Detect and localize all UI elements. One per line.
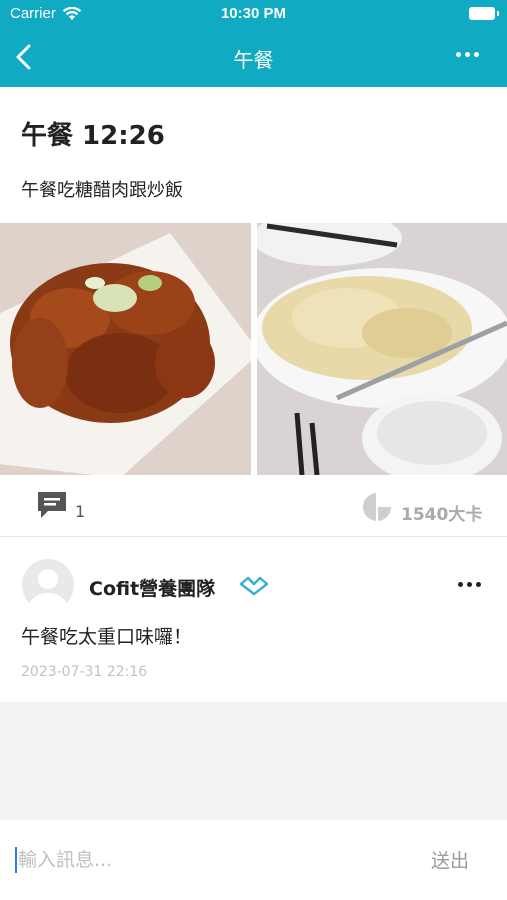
- comment-count: 1: [75, 502, 86, 521]
- fried-rice-photo[interactable]: [257, 223, 507, 475]
- post-title: 午餐 12:26: [21, 121, 165, 151]
- comment-author: Cofit營養團隊: [89, 578, 216, 600]
- avatar[interactable]: [22, 559, 74, 611]
- more-options-icon[interactable]: [456, 52, 479, 57]
- calorie-pie-icon: [363, 493, 391, 521]
- comment-icon[interactable]: [36, 490, 68, 520]
- comment-timestamp: 2023-07-31 22:16: [21, 664, 148, 680]
- top-bar: Carrier 10:30 PM 午餐: [0, 0, 507, 87]
- post-description: 午餐吃糖醋肉跟炒飯: [21, 180, 183, 201]
- status-time: 10:30 PM: [220, 5, 287, 22]
- comment-item: Cofit營養團隊 午餐吃太重口味囉！ 2023-07-31 22:16: [0, 537, 507, 702]
- message-input-bar: 送出: [0, 820, 507, 900]
- calorie-total: 1540大卡: [401, 505, 483, 525]
- photo-gallery: [0, 223, 507, 475]
- message-input[interactable]: [18, 844, 398, 876]
- verified-badge-icon: [239, 576, 269, 596]
- comment-more-icon[interactable]: [458, 582, 481, 587]
- send-button[interactable]: 送出: [431, 846, 469, 873]
- status-bar: Carrier 10:30 PM: [0, 0, 507, 30]
- nav-bar: 午餐: [0, 30, 507, 87]
- text-caret: [15, 847, 17, 873]
- post-meta-row: 1 1540大卡: [0, 475, 507, 537]
- sweet-sour-pork-photo[interactable]: [0, 223, 251, 475]
- battery-icon: [469, 7, 499, 20]
- page-title: 午餐: [233, 48, 274, 72]
- comment-text: 午餐吃太重口味囉！: [21, 626, 193, 648]
- empty-area: [0, 702, 507, 820]
